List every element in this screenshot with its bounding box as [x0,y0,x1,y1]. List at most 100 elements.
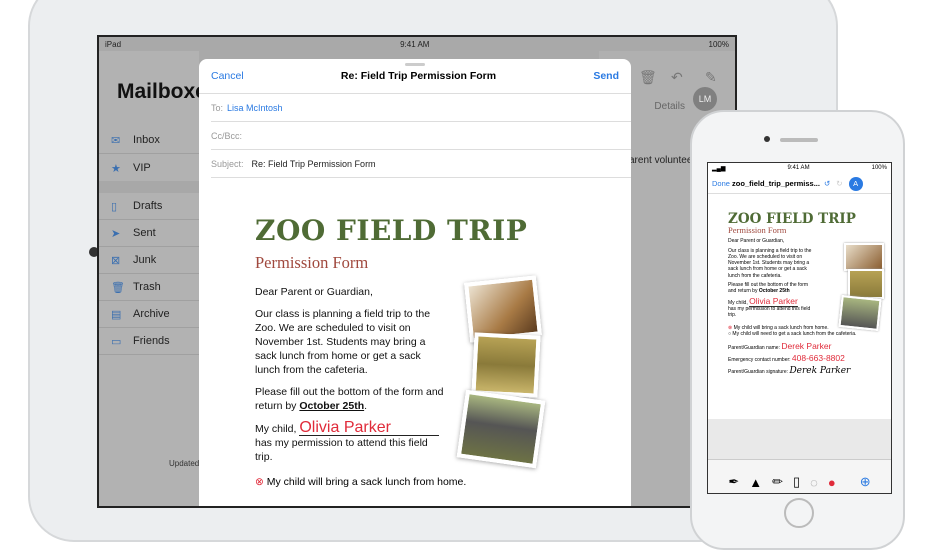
subject-value: Re: Field Trip Permission Form [251,158,376,169]
lasso-icon[interactable]: ◌ [810,475,818,490]
paragraph-2: Please fill out the bottom of the form a… [255,386,444,412]
permission-text: has my permission to attend this field t… [728,305,811,319]
undo-icon[interactable]: ↺ [824,179,830,188]
due-date: October 25th [299,400,365,412]
form-subtitle: Permission Form [728,225,787,235]
lunch-option-1[interactable]: ⊗ My child will bring a sack lunch from … [255,476,615,488]
marker-icon[interactable]: ▲ [749,475,762,490]
parent-name: Derek Parker [781,341,832,352]
parent-name-row[interactable]: Parent/Guardian name: Derek Parker [728,341,888,352]
mailbox-archive[interactable]: ▤ Archive [99,301,199,328]
archive-icon: ▤ [111,308,122,321]
empty-circle-icon: ○ [728,330,732,337]
eraser-icon[interactable]: ▯ [793,474,800,490]
iphone-camera [764,136,770,142]
mailbox-label: Archive [133,308,170,320]
redo-icon[interactable]: ↻ [836,179,842,188]
filename: zoo_field_trip_permiss... [732,179,820,188]
option-label: My child will bring a sack lunch from ho… [266,476,467,488]
paragraph-3: My child, Olivia Parker has my permission… [728,295,812,319]
signature-row[interactable]: Parent/Guardian signature: Derek Parker [728,365,888,376]
mailbox-sent[interactable]: ➤ Sent [99,220,199,247]
avatar: LM [693,87,717,111]
subject-field[interactable]: Subject: Re: Field Trip Permission Form [211,150,631,178]
sheet-grabber[interactable] [405,63,425,66]
mailbox-drafts[interactable]: ▯ Drafts [99,193,199,220]
to-field[interactable]: To: Lisa McIntosh [211,94,631,122]
message-snippet: arent voluntee [629,155,693,166]
checked-circle-icon: ⊗ [728,324,733,331]
compose-sheet: Cancel Re: Field Trip Permission Form Send… [199,59,631,506]
paragraph-2: Please fill out the bottom of the form a… [728,282,812,295]
star-icon: ★ [111,163,121,175]
mailbox-label: Inbox [133,134,160,146]
carrier: iPad [105,40,122,49]
cancel-button[interactable]: Cancel [211,70,244,82]
form-subtitle: Permission Form [255,253,369,272]
time: 9:41 AM [787,165,810,171]
battery: 100% [708,40,729,49]
signature: Derek Parker [789,365,851,376]
done-button[interactable]: Done [712,179,730,188]
details-link[interactable]: Details [654,101,685,112]
page-background [708,419,891,459]
paperplane-icon: ➤ [111,227,121,240]
child-name-field[interactable]: Olivia Parker [299,420,440,436]
mailbox-friends[interactable]: ▭ Friends [99,328,199,355]
iphone-form: ZOO FIELD TRIP Permission Form Dear Pare… [728,211,888,375]
phone-label: Emergency contact number: [728,357,791,364]
parent-label: Parent/Guardian name: [728,345,780,352]
markup-toolbar: ✒ ▲ ✏ ▯ ◌ ● ⊕ [708,459,891,493]
trash-button[interactable]: 🗑 [639,69,657,86]
iphone-screen: ▂▄▆ 9:41 AM 100% Done zoo_field_trip_permi… [707,162,892,494]
mailbox-label: Trash [133,281,161,293]
cc-field[interactable]: Cc/Bcc: [211,122,631,150]
markup-icon[interactable]: A [848,176,863,191]
mailboxes-sidebar: Mailboxes ✉ Inbox ★ VIP ▯ Drafts ➤ Sent ⊠ Jun… [99,51,219,506]
greeting: Dear Parent or Guardian, [255,286,373,298]
folder-icon: ▭ [111,335,122,348]
send-button[interactable]: Send [593,70,619,82]
recipient[interactable]: Lisa McIntosh [227,103,283,113]
to-label: To: [211,102,224,113]
permission-form: ZOO FIELD TRIP Permission Form Dear Pare… [255,214,615,488]
home-button[interactable] [784,498,814,528]
junk-icon: ⊠ [111,254,121,267]
compose-icon[interactable]: ✎ [705,69,717,86]
lunch-option-2[interactable]: ○ My child will need to get a sack lunch… [728,331,888,337]
iphone-speaker [780,138,818,142]
updated-status: Updated [169,459,200,468]
checked-circle-icon: ⊗ [255,476,264,488]
mailbox-inbox[interactable]: ✉ Inbox [99,127,199,154]
option-label: My child will need to get a sack lunch f… [732,330,857,337]
phone-number: 408-663-8802 [791,353,845,364]
mailbox-label: Junk [133,254,157,266]
markup-nav-bar: Done zoo_field_trip_permiss... ↺ ↻ A [708,174,891,194]
mailbox-vip[interactable]: ★ VIP [99,154,199,193]
mailbox-label: Friends [133,335,170,347]
cc-label: Cc/Bcc: [211,130,243,141]
option-label: My child will bring a sack lunch from ho… [733,324,829,331]
child-label: My child, [255,423,297,435]
phone-row[interactable]: Emergency contact number: 408-663-8802 [728,353,888,364]
signature-label: Parent/Guardian signature: [728,368,789,375]
mailbox-label: Drafts [133,200,163,212]
iphone-status-bar: ▂▄▆ 9:41 AM 100% [712,165,887,172]
add-icon[interactable]: ⊕ [860,474,871,490]
pen-icon[interactable]: ✒ [728,474,739,490]
permission-text: has my permission to attend this field t… [255,437,428,463]
subject-label: Subject: [211,158,244,169]
time: 9:41 AM [400,40,430,49]
color-picker-icon[interactable]: ● [828,475,836,490]
inbox-icon: ✉ [111,134,121,147]
mailbox-junk[interactable]: ⊠ Junk [99,247,199,274]
status-bar: iPad 9:41 AM 100% [99,37,735,51]
doc-icon: ▯ [111,200,118,213]
reply-icon[interactable]: ↶ [671,69,683,86]
paragraph-3: My child, Olivia Parker has my permission… [255,420,445,464]
pencil-icon[interactable]: ✏ [772,474,783,490]
child-label: My child, [728,299,748,306]
ipad-screen: iPad 9:41 AM 100% Mailboxes ✉ Inbox ★ VIP ▯ D… [97,35,737,508]
trash-icon: 🗑 [111,281,125,294]
mailbox-trash[interactable]: 🗑 Trash [99,274,199,301]
